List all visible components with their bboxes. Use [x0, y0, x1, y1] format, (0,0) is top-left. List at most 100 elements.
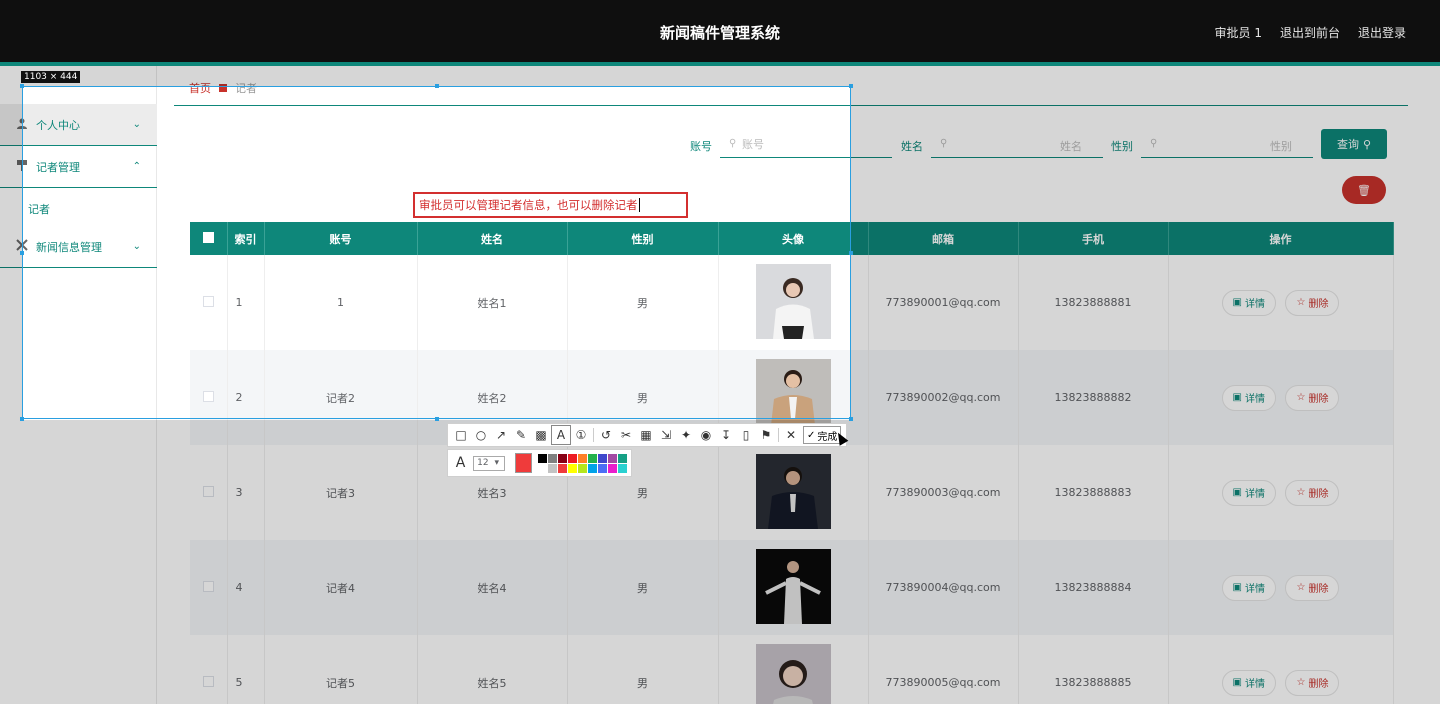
delete-button[interactable]: ☆ 删除 — [1285, 669, 1340, 696]
cell-phone: 13823888885 — [1018, 635, 1169, 704]
ellipse-tool-icon[interactable]: ○ — [471, 425, 491, 445]
account-search-input[interactable] — [720, 132, 892, 158]
color-swatch[interactable] — [547, 453, 557, 463]
column-header: 账号 — [264, 222, 418, 255]
cell-email: 773890004@qq.com — [868, 540, 1019, 635]
color-palette — [537, 453, 627, 473]
color-swatch[interactable] — [537, 463, 547, 473]
resize-handle[interactable] — [435, 84, 439, 88]
gender-search-input[interactable] — [1141, 132, 1313, 158]
record-icon[interactable]: ◉ — [696, 425, 716, 445]
color-swatch[interactable] — [607, 453, 617, 463]
font-size-select[interactable]: 12 ▾ — [473, 455, 505, 471]
color-swatch[interactable] — [597, 463, 607, 473]
color-swatch[interactable] — [617, 453, 627, 463]
current-user-link[interactable]: 审批员 1 — [1215, 24, 1262, 41]
top-header: 新闻稿件管理系统 审批员 1 退出到前台 退出登录 — [0, 0, 1440, 62]
sidebar-item-label: 记者管理 — [36, 160, 80, 174]
text-caret — [638, 198, 640, 212]
color-swatch[interactable] — [557, 463, 567, 473]
pencil-tool-icon[interactable]: ✎ — [511, 425, 531, 445]
delete-button[interactable]: ☆ 删除 — [1285, 574, 1340, 601]
row-select-cell[interactable] — [190, 635, 228, 704]
trash-icon: ☆ — [1296, 487, 1306, 498]
breadcrumb-home[interactable]: 首页 — [189, 80, 211, 96]
sidebar-subitem-reporter[interactable]: 记者 — [28, 201, 50, 217]
detail-button-label: 详情 — [1244, 679, 1265, 690]
delete-button-label: 删除 — [1308, 584, 1329, 595]
breadcrumb: 首页 记者 — [189, 80, 257, 96]
color-swatch[interactable] — [547, 463, 557, 473]
cell-email: 773890003@qq.com — [868, 445, 1019, 540]
pin-icon[interactable]: ✦ — [676, 425, 696, 445]
breadcrumb-current: 记者 — [235, 82, 257, 95]
undo-icon[interactable]: ↺ — [596, 425, 616, 445]
toolbar-divider — [778, 428, 779, 442]
breadcrumb-separator-icon — [219, 84, 227, 92]
row-checkbox[interactable] — [202, 580, 214, 592]
row-checkbox[interactable] — [202, 390, 214, 402]
text-tool-icon[interactable]: A — [551, 425, 571, 445]
font-icon: A — [455, 455, 466, 471]
sidebar-item-profile[interactable]: 个人中心 ⌄ — [0, 104, 157, 146]
reporter-table: 索引 账号 姓名 性别 头像 邮箱 手机 操作 1 1 姓名1 男 773890… — [190, 222, 1394, 704]
color-swatch[interactable] — [617, 463, 627, 473]
color-swatch[interactable] — [567, 463, 577, 473]
ocr-icon[interactable]: ▦ — [636, 425, 656, 445]
cell-index: 5 — [227, 635, 265, 704]
batch-delete-button[interactable]: 🗑 — [1342, 176, 1386, 204]
color-swatch[interactable] — [587, 453, 597, 463]
color-swatch[interactable] — [537, 453, 547, 463]
row-checkbox[interactable] — [202, 295, 214, 307]
delete-button-label: 删除 — [1308, 394, 1329, 405]
long-capture-icon[interactable]: ⇲ — [656, 425, 676, 445]
name-search-input[interactable] — [931, 132, 1103, 158]
color-swatch[interactable] — [577, 463, 587, 473]
logout-link[interactable]: 退出登录 — [1358, 24, 1406, 41]
current-color-swatch[interactable] — [514, 453, 532, 473]
mosaic-tool-icon[interactable]: ▩ — [531, 425, 551, 445]
detail-button[interactable]: ▣ 详情 — [1221, 669, 1276, 696]
color-swatch[interactable] — [587, 463, 597, 473]
rectangle-tool-icon[interactable]: □ — [451, 425, 471, 445]
row-checkbox[interactable] — [202, 675, 214, 687]
delete-button[interactable]: ☆ 删除 — [1285, 384, 1340, 411]
color-swatch[interactable] — [607, 463, 617, 473]
cell-index: 2 — [227, 350, 265, 445]
detail-button[interactable]: ▣ 详情 — [1221, 479, 1276, 506]
detail-button[interactable]: ▣ 详情 — [1221, 289, 1276, 316]
detail-button[interactable]: ▣ 详情 — [1221, 574, 1276, 601]
cut-icon[interactable]: ✂ — [616, 425, 636, 445]
color-swatch[interactable] — [577, 453, 587, 463]
text-annotation-box[interactable]: 审批员可以管理记者信息，也可以删除记者 — [413, 192, 688, 218]
row-select-cell[interactable] — [190, 445, 228, 540]
back-to-frontend-link[interactable]: 退出到前台 — [1280, 24, 1340, 41]
select-all-checkbox[interactable] — [202, 231, 214, 243]
detail-icon: ▣ — [1232, 677, 1242, 688]
cell-avatar — [718, 255, 869, 350]
color-swatch[interactable] — [557, 453, 567, 463]
font-size-value: 12 — [477, 458, 489, 468]
download-icon[interactable]: ↧ — [716, 425, 736, 445]
delete-button[interactable]: ☆ 删除 — [1285, 289, 1340, 316]
arrow-tool-icon[interactable]: ↗ — [491, 425, 511, 445]
row-checkbox[interactable] — [202, 485, 214, 497]
row-select-cell[interactable] — [190, 255, 228, 350]
number-tool-icon[interactable]: ① — [571, 425, 591, 445]
row-select-cell[interactable] — [190, 540, 228, 635]
color-swatch[interactable] — [567, 453, 577, 463]
query-button[interactable]: 查询 ⚲ — [1321, 129, 1387, 159]
delete-button[interactable]: ☆ 删除 — [1285, 479, 1340, 506]
phone-icon[interactable]: ▯ — [736, 425, 756, 445]
select-all-cell[interactable] — [190, 222, 228, 255]
close-icon[interactable]: ✕ — [781, 425, 801, 445]
row-select-cell[interactable] — [190, 350, 228, 445]
color-swatch[interactable] — [597, 453, 607, 463]
detail-button[interactable]: ▣ 详情 — [1221, 384, 1276, 411]
cell-phone: 13823888881 — [1018, 255, 1169, 350]
sidebar-item-reporter-management[interactable]: 记者管理 ⌃ — [0, 146, 157, 188]
sidebar-item-news-management[interactable]: 新闻信息管理 ⌄ — [0, 226, 157, 268]
bookmark-icon[interactable]: ⚑ — [756, 425, 776, 445]
breadcrumb-divider — [174, 105, 1408, 106]
resize-handle[interactable] — [849, 84, 853, 88]
